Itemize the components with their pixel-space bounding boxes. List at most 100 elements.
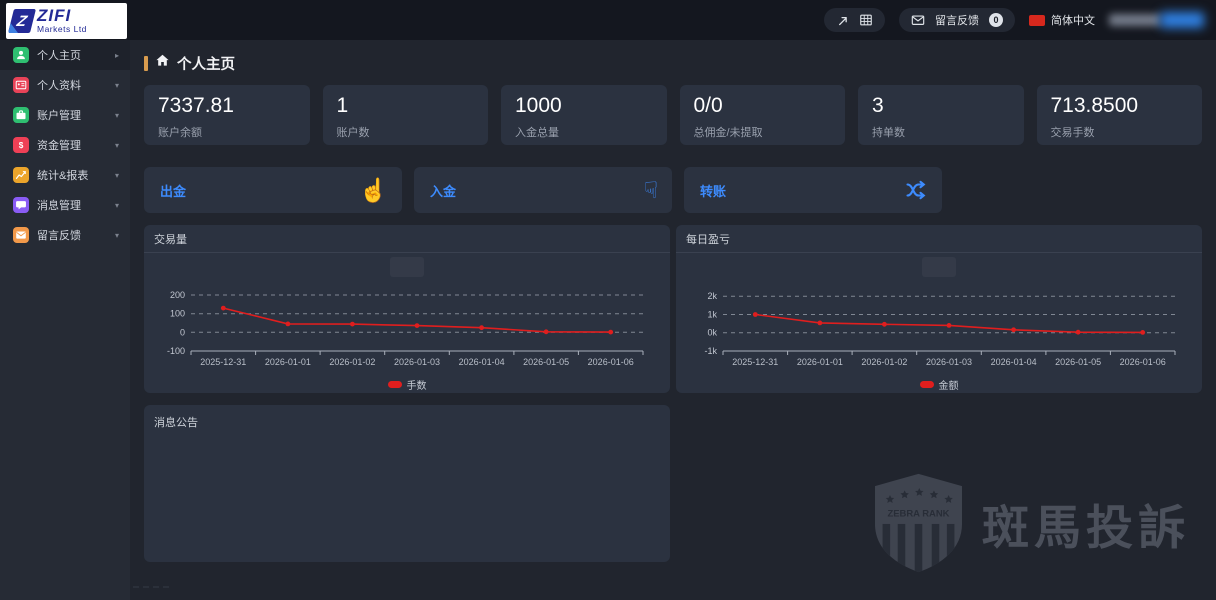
topbar-tools bbox=[824, 8, 885, 32]
user-name-redacted bbox=[1109, 14, 1161, 26]
stat-card: 713.8500 交易手数 bbox=[1037, 85, 1203, 145]
withdraw-button[interactable]: 出金 ☝ bbox=[144, 167, 402, 213]
home-icon bbox=[155, 53, 170, 73]
user-avatar-redacted bbox=[1160, 12, 1204, 28]
legend-item[interactable]: 手数 bbox=[388, 377, 427, 392]
svg-text:1k: 1k bbox=[707, 310, 717, 320]
sidebar-item-feedback[interactable]: 留言反馈 ▾ bbox=[0, 220, 130, 250]
svg-text:0: 0 bbox=[180, 327, 185, 337]
legend-marker-icon bbox=[388, 381, 402, 388]
legend-label: 手数 bbox=[407, 377, 427, 392]
chart-card: 每日盈亏2k1k0k-1k2025-12-312026-01-012026-01… bbox=[676, 225, 1202, 393]
language-switcher[interactable]: 简体中文 bbox=[1029, 12, 1095, 28]
sidebar-item-label: 个人资料 bbox=[37, 77, 81, 93]
sidebar-item-home[interactable]: 个人主页▸ bbox=[0, 40, 130, 70]
sidebar-item-reports[interactable]: 统计&报表 ▾ bbox=[0, 160, 130, 190]
action-label: 出金 bbox=[160, 181, 186, 200]
chart-card: 交易量2001000-1002025-12-312026-01-012026-0… bbox=[144, 225, 670, 393]
chevron-down-icon: ▾ bbox=[115, 141, 119, 150]
sidebar-item-label: 账户管理 bbox=[37, 107, 81, 123]
sidebar-item-profile[interactable]: 个人资料 ▾ bbox=[0, 70, 130, 100]
stat-value: 713.8500 bbox=[1051, 94, 1189, 117]
stat-value: 3 bbox=[872, 94, 1010, 117]
svg-text:$: $ bbox=[19, 141, 24, 150]
svg-text:2026-01-06: 2026-01-06 bbox=[1120, 357, 1166, 367]
fullscreen-icon[interactable] bbox=[836, 14, 849, 27]
stat-value: 7337.81 bbox=[158, 94, 296, 117]
svg-text:2026-01-03: 2026-01-03 bbox=[394, 357, 440, 367]
person-icon bbox=[13, 47, 29, 63]
chart-title: 交易量 bbox=[144, 225, 670, 253]
header-accent-bar bbox=[144, 56, 148, 71]
sidebar-item-label: 统计&报表 bbox=[37, 167, 88, 183]
chart-line-icon bbox=[13, 167, 29, 183]
user-account[interactable] bbox=[1109, 10, 1204, 30]
chevron-down-icon: ▾ bbox=[115, 201, 119, 210]
stat-label: 账户余额 bbox=[158, 124, 296, 140]
feedback-button[interactable]: 留言反馈 0 bbox=[899, 8, 1015, 32]
chart-legend: 金额 bbox=[676, 373, 1202, 393]
svg-text:100: 100 bbox=[170, 309, 185, 319]
sidebar-item-label: 消息管理 bbox=[37, 197, 81, 213]
flag-cn-icon bbox=[1029, 15, 1045, 26]
footer-faint-dashes bbox=[133, 586, 169, 589]
feedback-badge: 0 bbox=[989, 13, 1003, 27]
stat-label: 总佣金/未提取 bbox=[694, 124, 832, 140]
deposit-button[interactable]: 入金☟ bbox=[414, 167, 672, 213]
svg-text:2026-01-04: 2026-01-04 bbox=[459, 357, 505, 367]
chart-canvas: 2k1k0k-1k2025-12-312026-01-012026-01-022… bbox=[689, 255, 1189, 373]
sidebar-item-accounts[interactable]: 账户管理 ▾ bbox=[0, 100, 130, 130]
main-content: 个人主页 7337.81账户余额1账户数1000入金总量0/0总佣金/未提取3持… bbox=[130, 40, 1216, 600]
grid-icon[interactable] bbox=[859, 13, 873, 27]
sidebar-item-label: 个人主页 bbox=[37, 47, 81, 63]
svg-text:2026-01-04: 2026-01-04 bbox=[991, 357, 1037, 367]
svg-text:2026-01-05: 2026-01-05 bbox=[1055, 357, 1101, 367]
actions-row: 出金 ☝ 入金☟ 转账 bbox=[144, 167, 1202, 213]
brand-emblem-icon: Z bbox=[8, 9, 36, 33]
sidebar: 个人主页▸ 个人资料 ▾ 账户管理 ▾ $ 资金管理 ▾ 统计&报表 ▾ 消息管理 ▾ 留言反馈 ▾ bbox=[0, 40, 130, 600]
stat-value: 1000 bbox=[515, 94, 653, 117]
svg-text:200: 200 bbox=[170, 290, 185, 300]
chevron-down-icon: ▾ bbox=[115, 171, 119, 180]
sidebar-item-label: 资金管理 bbox=[37, 137, 81, 153]
chevron-down-icon: ▾ bbox=[115, 111, 119, 120]
svg-text:2026-01-02: 2026-01-02 bbox=[329, 357, 375, 367]
stat-label: 交易手数 bbox=[1051, 124, 1189, 140]
legend-marker-icon bbox=[920, 381, 934, 388]
topbar: Z ZIFI Markets Ltd 留言反馈 0 简体中文 bbox=[0, 0, 1216, 40]
svg-text:2026-01-01: 2026-01-01 bbox=[797, 357, 843, 367]
stat-label: 持单数 bbox=[872, 124, 1010, 140]
svg-text:2026-01-06: 2026-01-06 bbox=[588, 357, 634, 367]
charts-row: 交易量2001000-1002025-12-312026-01-012026-0… bbox=[144, 225, 1202, 393]
chevron-down-icon: ▾ bbox=[115, 81, 119, 90]
svg-text:2026-01-01: 2026-01-01 bbox=[265, 357, 311, 367]
svg-text:-1k: -1k bbox=[704, 346, 717, 356]
stat-card: 1000 入金总量 bbox=[501, 85, 667, 145]
stat-card: 0/0 总佣金/未提取 bbox=[680, 85, 846, 145]
hand-up-icon: ☝ bbox=[359, 179, 388, 202]
legend-label: 金额 bbox=[939, 377, 959, 392]
stats-row: 7337.81 账户余额 1 账户数 1000 入金总量 0/0 总佣金/未提取 3 持单数 713… bbox=[144, 85, 1202, 145]
app-root: Z ZIFI Markets Ltd 留言反馈 0 简体中文 bbox=[0, 0, 1216, 600]
svg-text:2025-12-31: 2025-12-31 bbox=[200, 357, 246, 367]
legend-item[interactable]: 金额 bbox=[920, 377, 959, 392]
topbar-right: 留言反馈 0 简体中文 bbox=[824, 8, 1216, 32]
sidebar-item-messages[interactable]: 消息管理 ▾ bbox=[0, 190, 130, 220]
stat-value: 0/0 bbox=[694, 94, 832, 117]
announcement-title: 消息公告 bbox=[154, 414, 660, 430]
announcement-card: 消息公告 bbox=[144, 405, 670, 562]
brand-subtitle: Markets Ltd bbox=[37, 25, 87, 34]
sidebar-item-label: 留言反馈 bbox=[37, 227, 81, 243]
svg-text:2025-12-31: 2025-12-31 bbox=[732, 357, 778, 367]
sidebar-item-funds[interactable]: $ 资金管理 ▾ bbox=[0, 130, 130, 160]
brand-logo[interactable]: Z ZIFI Markets Ltd bbox=[6, 3, 127, 39]
stat-value: 1 bbox=[337, 94, 475, 117]
dollar-icon: $ bbox=[13, 137, 29, 153]
transfer-button[interactable]: 转账 bbox=[684, 167, 942, 213]
stat-label: 账户数 bbox=[337, 124, 475, 140]
stat-card: 1 账户数 bbox=[323, 85, 489, 145]
svg-text:2026-01-03: 2026-01-03 bbox=[926, 357, 972, 367]
id-card-icon bbox=[13, 77, 29, 93]
stat-label: 入金总量 bbox=[515, 124, 653, 140]
chevron-down-icon: ▾ bbox=[115, 231, 119, 240]
